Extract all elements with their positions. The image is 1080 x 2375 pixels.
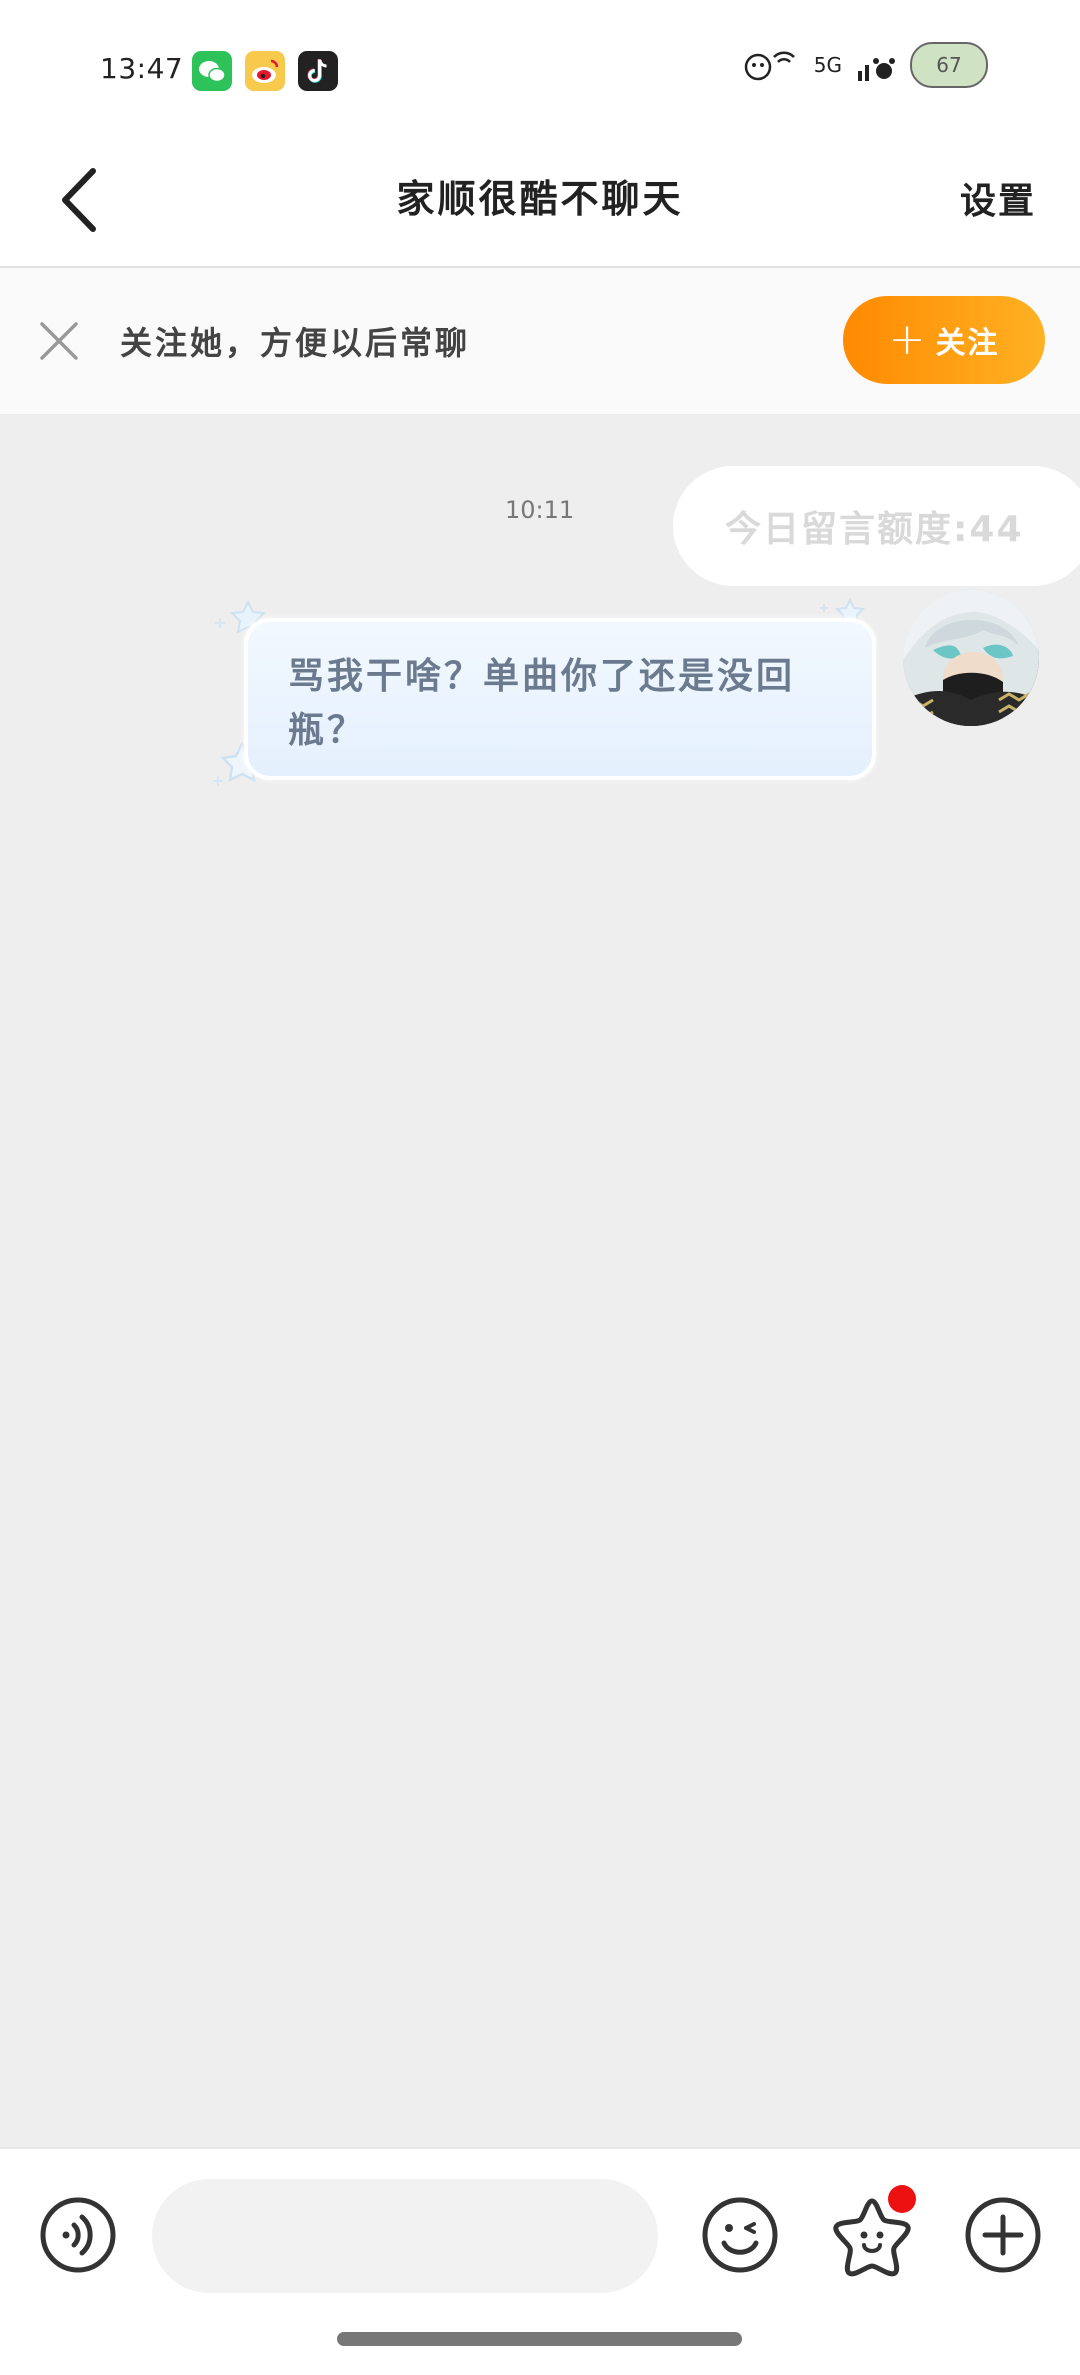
chat-header: 家顺很酷不聊天 设置 xyxy=(0,140,1080,268)
quota-text: 今日留言额度:44 xyxy=(725,509,1024,550)
wifi-icon xyxy=(744,51,795,81)
battery-level: 67 xyxy=(936,53,962,77)
settings-button[interactable]: 设置 xyxy=(960,172,1036,224)
notification-badge xyxy=(888,2185,916,2213)
home-indicator[interactable] xyxy=(337,2332,742,2346)
signal-icon xyxy=(858,58,895,81)
battery-indicator: 67 xyxy=(910,42,988,88)
message-input[interactable] xyxy=(152,2179,658,2293)
follow-tip-text: 关注她，方便以后常聊 xyxy=(120,324,471,362)
notification-app-icons xyxy=(192,51,338,91)
tiktok-icon xyxy=(298,51,338,91)
voice-icon[interactable] xyxy=(38,2195,118,2275)
status-bar: 13:47 5G 67 xyxy=(0,0,1080,140)
message-timestamp: 10:11 xyxy=(505,496,575,524)
network-type: 5G xyxy=(813,53,842,77)
avatar[interactable] xyxy=(903,590,1039,726)
avatar-image xyxy=(903,590,1039,726)
plus-icon: + xyxy=(888,314,926,365)
emoji-icon[interactable] xyxy=(700,2195,780,2275)
wechat-icon xyxy=(192,51,232,91)
follow-banner: 关注她，方便以后常聊 + 关注 xyxy=(0,268,1080,414)
message-row: 骂我干啥？单曲你了还是没回瓶？ xyxy=(0,590,1080,810)
quota-indicator: 今日留言额度:44 xyxy=(673,466,1080,586)
weibo-icon xyxy=(245,51,285,91)
follow-button-label: 关注 xyxy=(935,326,1000,361)
status-time: 13:47 xyxy=(100,52,184,85)
follow-button[interactable]: + 关注 xyxy=(843,296,1045,384)
message-bubble[interactable]: 骂我干啥？单曲你了还是没回瓶？ xyxy=(244,618,876,780)
message-text: 骂我干啥？单曲你了还是没回瓶？ xyxy=(288,656,796,751)
add-icon[interactable] xyxy=(963,2195,1043,2275)
page-title: 家顺很酷不聊天 xyxy=(396,177,684,221)
close-icon[interactable] xyxy=(34,316,84,366)
status-indicators: 5G 67 xyxy=(740,42,988,88)
